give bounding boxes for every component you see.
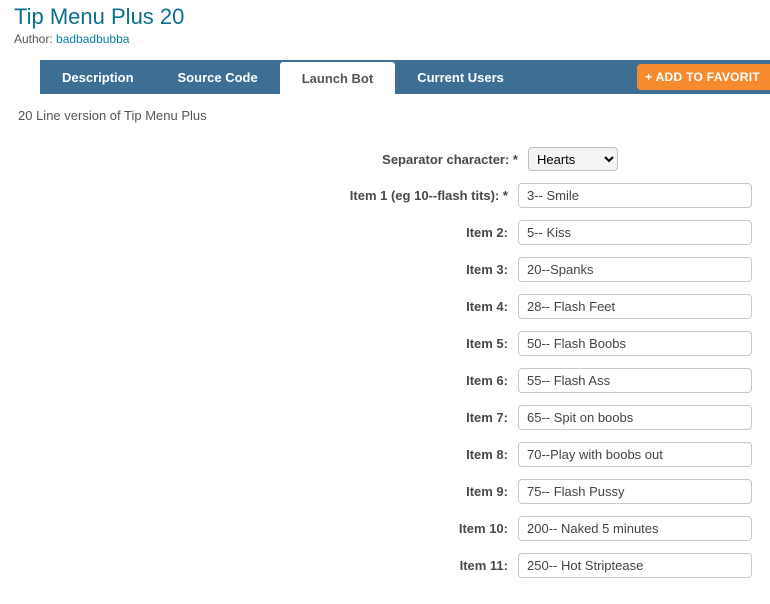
bot-description: 20 Line version of Tip Menu Plus <box>18 108 752 123</box>
tab-launch-bot[interactable]: Launch Bot <box>280 62 396 94</box>
item4-label: Item 4: <box>18 299 518 314</box>
item3-label: Item 3: <box>18 262 518 277</box>
tab-source-code[interactable]: Source Code <box>156 60 280 94</box>
item11-input[interactable] <box>518 553 752 578</box>
item5-label: Item 5: <box>18 336 518 351</box>
author-label: Author: <box>14 32 56 46</box>
separator-label: Separator character: * <box>18 152 528 167</box>
item10-input[interactable] <box>518 516 752 541</box>
item1-input[interactable] <box>518 183 752 208</box>
item10-label: Item 10: <box>18 521 518 536</box>
item7-label: Item 7: <box>18 410 518 425</box>
add-to-favorites-button[interactable]: + ADD TO FAVORIT <box>637 64 770 90</box>
item7-input[interactable] <box>518 405 752 430</box>
tabbar-spacer <box>526 60 637 94</box>
page-title: Tip Menu Plus 20 <box>0 0 770 32</box>
item3-input[interactable] <box>518 257 752 282</box>
tab-description[interactable]: Description <box>40 60 156 94</box>
item8-input[interactable] <box>518 442 752 467</box>
item2-input[interactable] <box>518 220 752 245</box>
item4-input[interactable] <box>518 294 752 319</box>
item8-label: Item 8: <box>18 447 518 462</box>
tab-bar: Description Source Code Launch Bot Curre… <box>40 60 770 94</box>
item6-input[interactable] <box>518 368 752 393</box>
item6-label: Item 6: <box>18 373 518 388</box>
item9-input[interactable] <box>518 479 752 504</box>
item2-label: Item 2: <box>18 225 518 240</box>
author-line: Author: badbadbubba <box>0 32 770 60</box>
separator-select[interactable]: Hearts <box>528 147 618 171</box>
item11-label: Item 11: <box>18 558 518 573</box>
item9-label: Item 9: <box>18 484 518 499</box>
author-link[interactable]: badbadbubba <box>56 32 129 46</box>
item1-label: Item 1 (eg 10--flash tits): * <box>18 188 518 203</box>
tab-current-users[interactable]: Current Users <box>395 60 526 94</box>
item5-input[interactable] <box>518 331 752 356</box>
content-area: 20 Line version of Tip Menu Plus Separat… <box>0 94 770 604</box>
